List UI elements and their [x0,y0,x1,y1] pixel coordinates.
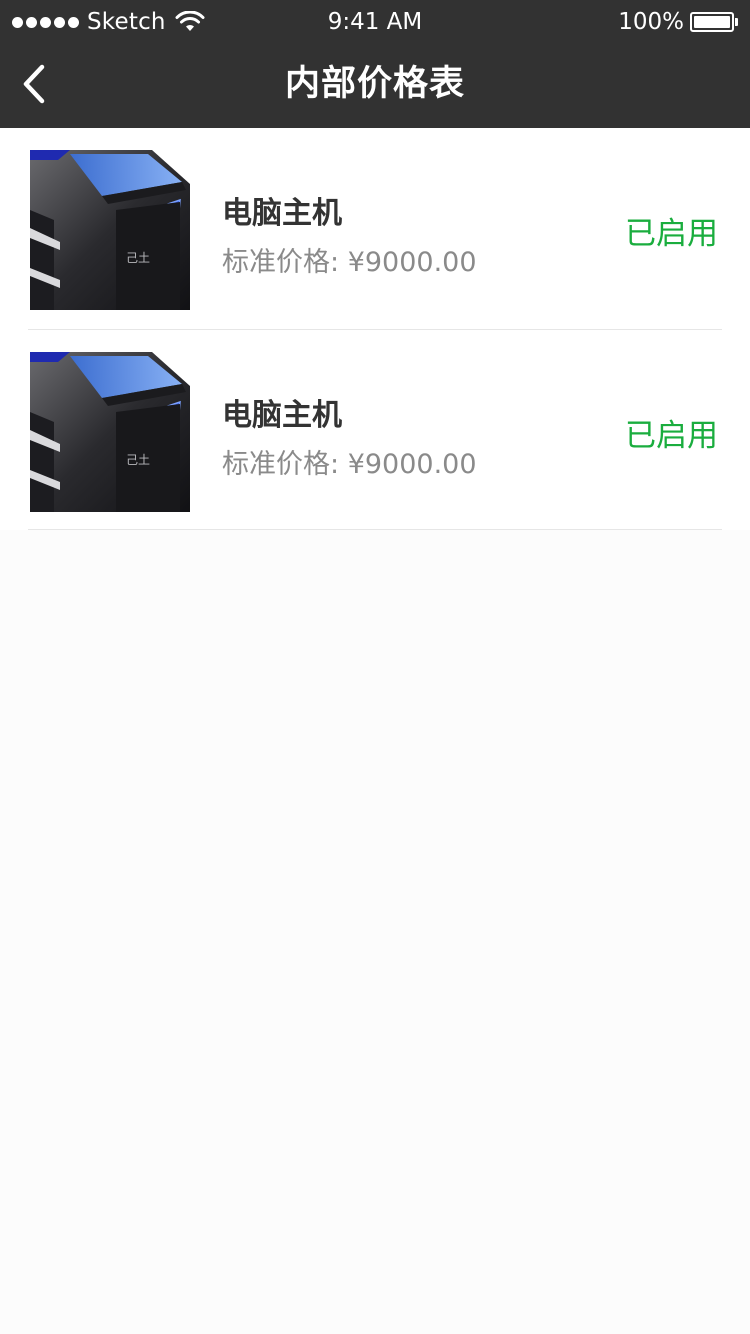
navigation-bar: 内部价格表 [0,40,750,128]
page-title: 内部价格表 [284,64,465,104]
battery-percent: 100% [618,9,684,35]
price-value: ¥9000.00 [347,449,477,480]
product-name: 电脑主机 [222,196,342,231]
battery-group: 100% [618,0,738,44]
price-label: 标准价格: [222,449,340,480]
battery-fill [694,16,730,28]
list-item[interactable]: 己土 电脑主机 标准价格: ¥9000.00 已启用 [0,330,750,530]
price-list: 己土 电脑主机 标准价格: ¥9000.00 已启用 己土 电脑主机 标准价格:… [0,128,750,530]
price-value: ¥9000.00 [347,247,477,278]
svg-text:己土: 己土 [126,251,150,265]
product-image: 己土 [30,352,190,512]
price-label: 标准价格: [222,247,340,278]
product-image: 己土 [30,150,190,310]
status-badge: 已启用 [625,216,718,252]
status-bar: Sketch 9:41 AM 100% [0,0,750,40]
status-badge: 已启用 [625,418,718,454]
product-name: 电脑主机 [222,398,342,433]
product-price: 标准价格: ¥9000.00 [222,442,477,481]
list-item[interactable]: 己土 电脑主机 标准价格: ¥9000.00 已启用 [0,128,750,330]
battery-icon [690,11,738,33]
svg-text:己土: 己土 [126,453,150,467]
product-price: 标准价格: ¥9000.00 [222,240,477,279]
row-divider [28,529,722,530]
